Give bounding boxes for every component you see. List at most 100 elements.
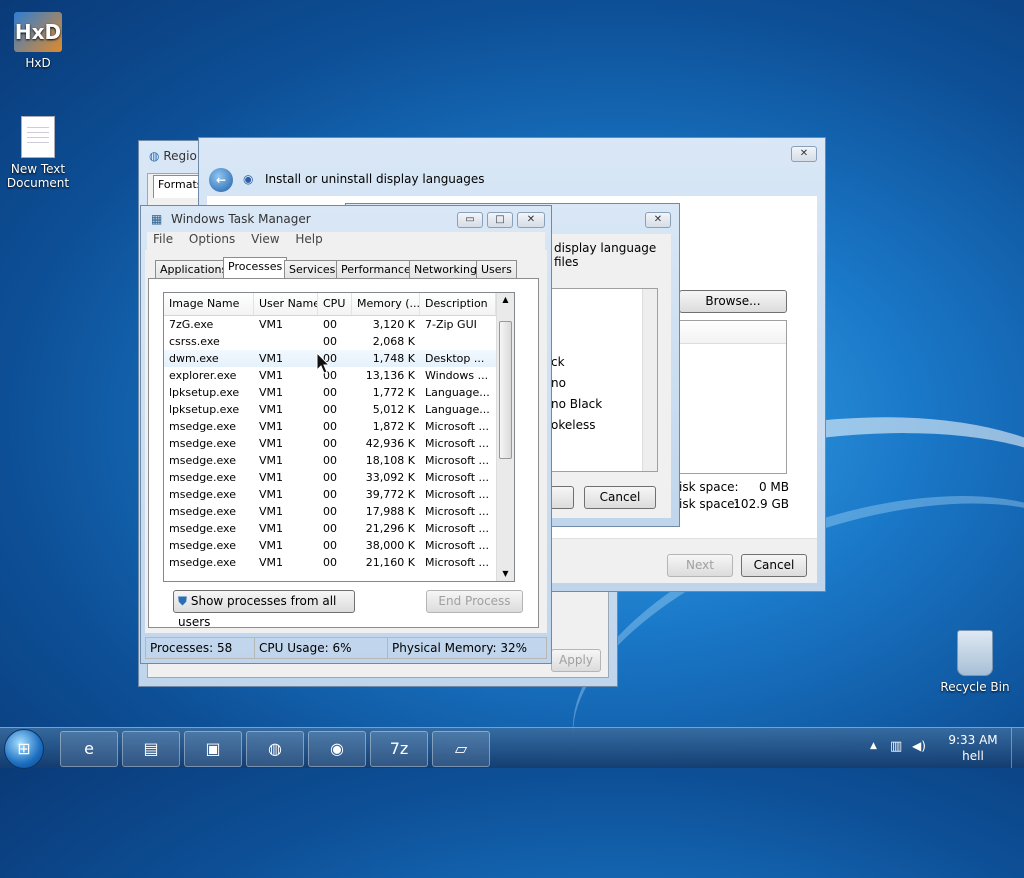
back-button[interactable]: ←	[209, 168, 233, 192]
scroll-up-arrow-icon[interactable]: ▲	[497, 293, 514, 307]
show-desktop-button[interactable]	[1011, 728, 1024, 768]
font-list-scrollbar[interactable]	[642, 289, 657, 471]
column-memory[interactable]: Memory (...	[352, 293, 420, 315]
menu-options[interactable]: Options	[189, 232, 235, 246]
uac-shield-icon: ⛊	[178, 594, 188, 608]
show-all-processes-button[interactable]: ⛊ Show processes from all users	[173, 590, 355, 629]
cell-cpu: 00	[323, 335, 337, 348]
desktop-icon-hxd[interactable]: HxD HxD	[0, 12, 76, 70]
tab-applications[interactable]: Applications	[155, 260, 233, 279]
table-row[interactable]: msedge.exe VM1 00 17,988 K Microsoft ...	[164, 503, 514, 520]
close-button[interactable]: ✕	[791, 146, 817, 162]
font-list[interactable]: ck no no Black okeless	[550, 288, 658, 472]
scroll-thumb[interactable]	[499, 321, 512, 459]
column-user-name[interactable]: User Name	[254, 293, 318, 315]
table-row[interactable]: lpksetup.exe VM1 00 1,772 K Language...	[164, 384, 514, 401]
taskbar-button-notepad[interactable]: ▱	[432, 731, 490, 767]
taskbar-button-language-globe[interactable]: ◉	[308, 731, 366, 767]
desktop-icon-recycle-bin[interactable]: Recycle Bin	[937, 630, 1013, 694]
apply-button[interactable]: Apply	[551, 649, 601, 672]
table-row[interactable]: msedge.exe VM1 00 21,296 K Microsoft ...	[164, 520, 514, 537]
menu-help[interactable]: Help	[295, 232, 322, 246]
mouse-cursor-icon	[316, 352, 330, 374]
cell-image-name: csrss.exe	[169, 335, 220, 348]
taskbar-button-7zip[interactable]: 7z	[370, 731, 428, 767]
hxd-icon: HxD	[14, 12, 62, 52]
tab-performance[interactable]: Performance	[336, 260, 416, 279]
column-image-name[interactable]: Image Name	[164, 293, 254, 315]
list-item[interactable]: ck	[551, 355, 565, 369]
cell-user-name	[254, 333, 318, 350]
cell-user-name: VM1	[259, 386, 284, 399]
taskbar-button-edge[interactable]: e	[60, 731, 118, 767]
close-button[interactable]: ✕	[517, 212, 545, 228]
desktop-icon-label: New Text Document	[6, 162, 70, 190]
process-list-scrollbar[interactable]: ▲ ▼	[496, 293, 514, 581]
list-item[interactable]: okeless	[551, 418, 595, 432]
cell-user-name: VM1	[259, 369, 284, 382]
network-icon[interactable]: ▥	[890, 739, 902, 754]
desktop-icon-new-text-document[interactable]: New Text Document	[0, 116, 76, 190]
menu-view[interactable]: View	[251, 232, 279, 246]
process-list[interactable]: Image Name User Name CPU Memory (... Des…	[163, 292, 515, 582]
taskbar-button-region-globe[interactable]: ◍	[246, 731, 304, 767]
table-row[interactable]: explorer.exe VM1 00 13,136 K Windows ...	[164, 367, 514, 384]
desktop-icon-label: Recycle Bin	[940, 680, 1010, 694]
title-bar[interactable]: ▦ Windows Task Manager ▭ □ ✕	[141, 206, 551, 230]
table-row[interactable]: msedge.exe VM1 00 39,772 K Microsoft ...	[164, 486, 514, 503]
ok-button[interactable]	[550, 486, 574, 509]
column-cpu[interactable]: CPU	[318, 293, 352, 315]
edge-icon: e	[84, 739, 94, 758]
taskbar-button-folder[interactable]: ▤	[122, 731, 180, 767]
table-row[interactable]: msedge.exe VM1 00 42,936 K Microsoft ...	[164, 435, 514, 452]
cell-description: Microsoft ...	[425, 505, 490, 518]
tab-networking[interactable]: Networking	[409, 260, 482, 279]
clock[interactable]: 9:33 AM hell	[940, 732, 1006, 764]
cell-user-name: VM1	[259, 403, 284, 416]
minimize-button[interactable]: ▭	[457, 212, 483, 228]
table-row[interactable]: lpksetup.exe VM1 00 5,012 K Language...	[164, 401, 514, 418]
close-icon: ✕	[799, 148, 809, 159]
close-button[interactable]: ✕	[645, 212, 671, 228]
cell-description: Desktop ...	[425, 352, 485, 365]
taskbar-button-monitor[interactable]: ▣	[184, 731, 242, 767]
browse-button[interactable]: Browse...	[679, 290, 787, 313]
cancel-button[interactable]: Cancel	[584, 486, 656, 509]
cell-user-name: VM1	[259, 522, 284, 535]
table-row[interactable]: msedge.exe VM1 00 18,108 K Microsoft ...	[164, 452, 514, 469]
start-button[interactable]: ⊞	[4, 729, 44, 769]
list-item[interactable]: no	[551, 376, 566, 390]
table-row[interactable]: msedge.exe VM1 00 21,160 K Microsoft ...	[164, 554, 514, 571]
menu-file[interactable]: File	[153, 232, 173, 246]
tab-services[interactable]: Services	[284, 260, 341, 279]
cell-memory: 42,936 K	[365, 437, 415, 450]
status-memory: Physical Memory: 32%	[387, 637, 547, 659]
cell-cpu: 00	[323, 403, 337, 416]
cancel-button[interactable]: Cancel	[741, 554, 807, 577]
cell-description	[420, 333, 496, 350]
next-button[interactable]: Next	[667, 554, 733, 577]
volume-icon[interactable]: ◀)	[912, 739, 926, 753]
language-files-list[interactable]	[679, 320, 787, 474]
cell-description: Language...	[425, 386, 490, 399]
end-process-button[interactable]: End Process	[426, 590, 523, 613]
column-description[interactable]: Description	[420, 293, 496, 315]
scroll-down-arrow-icon[interactable]: ▼	[497, 567, 514, 581]
table-row[interactable]: msedge.exe VM1 00 38,000 K Microsoft ...	[164, 537, 514, 554]
table-row[interactable]: msedge.exe VM1 00 1,872 K Microsoft ...	[164, 418, 514, 435]
cell-description: Microsoft ...	[425, 420, 490, 433]
table-row[interactable]: 7zG.exe VM1 00 3,120 K 7-Zip GUI	[164, 316, 514, 333]
cell-user-name: VM1	[259, 539, 284, 552]
table-row[interactable]: csrss.exe 00 2,068 K	[164, 333, 514, 350]
task-manager-window[interactable]: ▦ Windows Task Manager ▭ □ ✕ File Option…	[140, 205, 552, 664]
maximize-button[interactable]: □	[487, 212, 513, 228]
show-hidden-icons-button[interactable]: ▲	[870, 741, 877, 751]
table-row[interactable]: msedge.exe VM1 00 33,092 K Microsoft ...	[164, 469, 514, 486]
tab-users[interactable]: Users	[476, 260, 517, 279]
notepad-icon: ▱	[454, 739, 468, 758]
cell-image-name: msedge.exe	[169, 539, 236, 552]
tab-processes[interactable]: Processes	[223, 257, 288, 280]
list-item[interactable]: no Black	[551, 397, 602, 411]
table-row[interactable]: dwm.exe VM1 00 1,748 K Desktop ...	[164, 350, 514, 367]
disk-space-required: isk space: 0 MB	[679, 480, 789, 494]
